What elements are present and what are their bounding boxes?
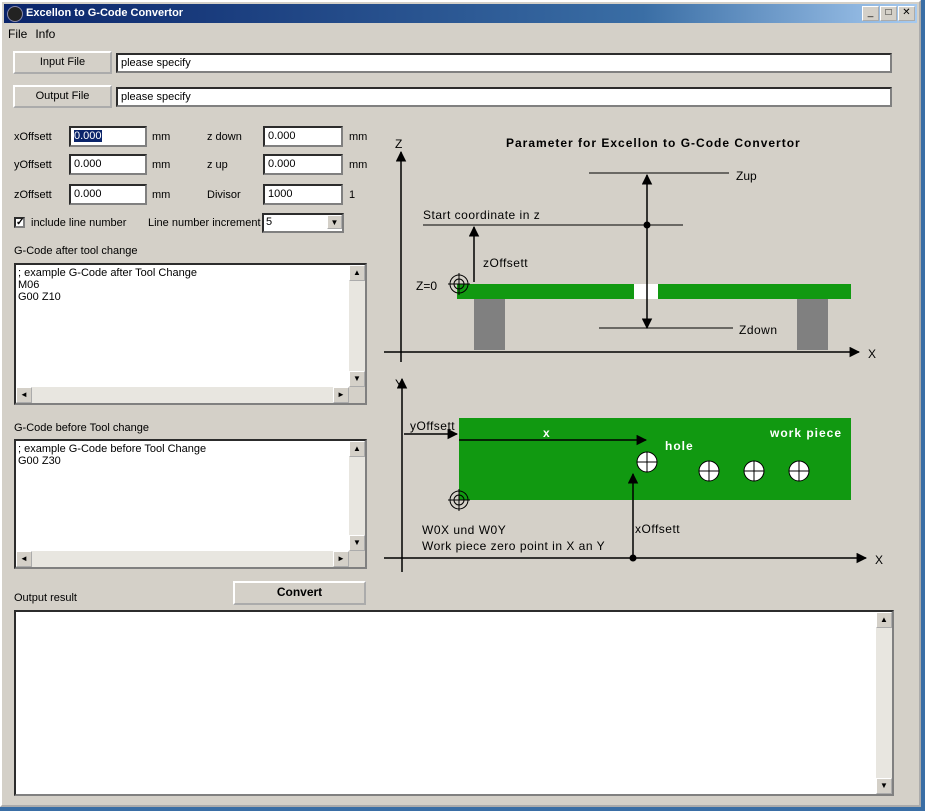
x-axis-label-bottom: X	[875, 553, 883, 567]
start-coord-label: Start coordinate in z	[423, 208, 540, 222]
hole-icon-2	[698, 460, 720, 482]
yoffset-label-diagram: yOffsett	[410, 419, 455, 433]
zup-label-diagram: Zup	[736, 169, 757, 183]
xoffset-dot	[629, 554, 637, 562]
hole-label: hole	[665, 439, 694, 453]
y-axis-label: Y	[395, 377, 403, 391]
zdown-label-diagram: Zdown	[739, 323, 778, 337]
w0-desc-label: Work piece zero point in X an Y	[422, 539, 605, 553]
support-right	[797, 299, 828, 350]
xoffset-label-diagram: xOffsett	[635, 522, 680, 536]
hole-side-view	[634, 284, 658, 299]
w0-label: W0X und W0Y	[422, 523, 506, 537]
zoffset-label-diagram: zOffsett	[483, 256, 528, 270]
main-window: Excellon to G-Code Convertor _ □ ✕ File Inf…	[0, 0, 921, 807]
z-axis-label: Z	[395, 137, 402, 151]
diagram-title: Parameter for Excellon to G-Code Convert…	[506, 136, 801, 150]
hole-icon-1	[636, 451, 658, 473]
support-left	[474, 299, 505, 350]
hole-icon-4	[788, 460, 810, 482]
hole-icon-3	[743, 460, 765, 482]
x-axis-label-top: X	[868, 347, 876, 361]
workpiece-label: work piece	[769, 426, 842, 440]
parameter-diagram: Parameter for Excellon to G-Code Convert…	[384, 136, 883, 572]
x-label-diagram: x	[543, 426, 550, 440]
z0-label: Z=0	[416, 279, 437, 293]
